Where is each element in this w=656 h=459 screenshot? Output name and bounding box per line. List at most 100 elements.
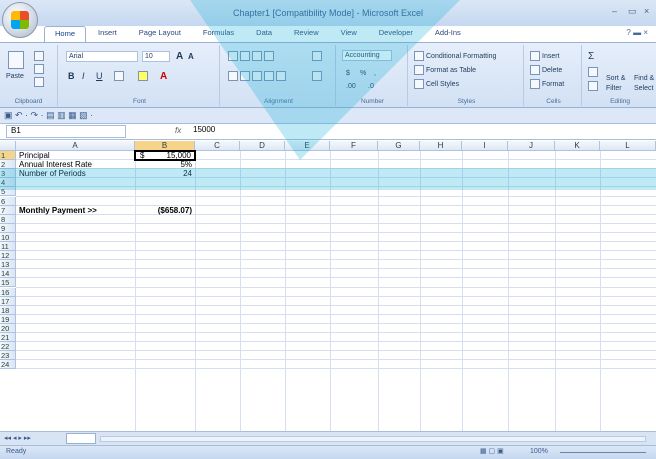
spreadsheet-grid[interactable]: ABCDEFGHIJKL 1 2 3 4 5 6 7 8 9 10 11 12 13 14 15 16 17 18… [0, 141, 656, 431]
cell-b3[interactable]: 24 [136, 169, 192, 178]
tab-page-layout[interactable]: Page Layout [129, 26, 191, 42]
column-header-f[interactable]: F [330, 141, 378, 151]
row-header-7[interactable]: 7 [0, 205, 16, 215]
percent-button[interactable]: % [360, 70, 366, 77]
font-color-button[interactable]: A [160, 71, 167, 82]
quick-access-toolbar[interactable]: ▣ ↶ · ↷ · ▤ ▥ ▦ ▧ · [0, 108, 656, 124]
shrink-font-button[interactable]: A [188, 52, 194, 61]
column-header-e[interactable]: E [285, 141, 330, 151]
decrease-decimal-button[interactable]: .0 [368, 83, 374, 90]
select-label[interactable]: Select [634, 85, 653, 92]
maximize-button[interactable]: ▭ [628, 6, 637, 17]
row-header-6[interactable]: 6 [0, 196, 16, 206]
sheet-tab[interactable] [66, 433, 96, 444]
tab-data[interactable]: Data [246, 26, 282, 42]
column-header-i[interactable]: I [462, 141, 508, 151]
close-button[interactable]: × [644, 6, 649, 16]
minimize-button[interactable]: – [612, 6, 617, 16]
tab-developer[interactable]: Developer [369, 26, 423, 42]
tab-home[interactable]: Home [44, 26, 87, 42]
row-header-18[interactable]: 18 [0, 305, 16, 315]
row-header-22[interactable]: 22 [0, 342, 16, 352]
row-header-2[interactable]: 2 [0, 160, 16, 170]
bold-button[interactable]: B [68, 71, 75, 81]
column-header-l[interactable]: L [600, 141, 656, 151]
select-all-corner[interactable] [0, 141, 16, 151]
row-header-4[interactable]: 4 [0, 178, 16, 188]
cut-icon[interactable] [34, 51, 46, 61]
tab-review[interactable]: Review [284, 26, 329, 42]
number-format-select[interactable]: Accounting [342, 50, 392, 61]
cell-a1[interactable]: Principal [19, 151, 50, 160]
format-cells-button[interactable]: Format [530, 79, 564, 89]
cell-a3[interactable]: Number of Periods [19, 169, 86, 178]
format-as-table-button[interactable]: Format as Table [414, 65, 476, 75]
row-header-24[interactable]: 24 [0, 360, 16, 370]
cell-a7[interactable]: Monthly Payment >> [19, 206, 97, 215]
wrap-text-icon[interactable] [312, 51, 324, 61]
sort-label[interactable]: Sort & [606, 75, 625, 82]
fill-color-icon[interactable] [138, 71, 150, 81]
tab-insert[interactable]: Insert [88, 26, 127, 42]
row-header-14[interactable]: 14 [0, 269, 16, 279]
format-painter-icon[interactable] [34, 77, 46, 87]
horizontal-scrollbar[interactable] [100, 436, 646, 442]
sheet-nav-icon[interactable]: ◂◂ ◂ ▸ ▸▸ [4, 434, 31, 442]
align-top-icon[interactable] [228, 51, 276, 61]
row-header-21[interactable]: 21 [0, 333, 16, 342]
paste-icon[interactable] [8, 51, 26, 69]
increase-decimal-button[interactable]: .00 [346, 83, 356, 90]
row-header-11[interactable]: 11 [0, 242, 16, 251]
column-header-a[interactable]: A [16, 141, 135, 151]
merge-center-icon[interactable] [312, 71, 324, 81]
cell-a2[interactable]: Annual Interest Rate [19, 160, 92, 169]
tab-view[interactable]: View [331, 26, 367, 42]
grow-font-button[interactable]: A [176, 51, 183, 62]
cell-b2[interactable]: 5% [136, 160, 192, 169]
tab-add-ins[interactable]: Add-Ins [425, 26, 471, 42]
zoom-slider[interactable] [560, 452, 646, 453]
row-header-10[interactable]: 10 [0, 232, 16, 242]
row-header-12[interactable]: 12 [0, 251, 16, 261]
underline-button[interactable]: U [96, 71, 103, 81]
row-header-9[interactable]: 9 [0, 223, 16, 233]
row-header-8[interactable]: 8 [0, 214, 16, 224]
office-button[interactable] [2, 2, 38, 38]
view-buttons-icon[interactable]: ▦ ▢ ▣ [480, 447, 504, 455]
row-header-15[interactable]: 15 [0, 278, 16, 288]
autosum-button[interactable]: Σ [588, 51, 594, 62]
font-size-select[interactable]: 10 [142, 51, 170, 62]
italic-button[interactable]: I [82, 71, 85, 81]
column-header-k[interactable]: K [555, 141, 600, 151]
conditional-formatting-button[interactable]: Conditional Formatting [414, 51, 496, 61]
cell-styles-button[interactable]: Cell Styles [414, 79, 459, 89]
column-header-g[interactable]: G [378, 141, 420, 151]
paste-button[interactable]: Paste [6, 73, 24, 80]
column-header-d[interactable]: D [240, 141, 285, 151]
row-header-1[interactable]: 1 [0, 151, 16, 160]
filter-label[interactable]: Filter [606, 85, 622, 92]
delete-cells-button[interactable]: Delete [530, 65, 562, 75]
tab-formulas[interactable]: Formulas [193, 26, 244, 42]
name-box[interactable]: B1 [6, 125, 126, 138]
fill-icon[interactable] [588, 67, 600, 77]
fx-icon[interactable]: fx [175, 126, 181, 135]
row-header-17[interactable]: 17 [0, 296, 16, 306]
row-header-20[interactable]: 20 [0, 323, 16, 333]
column-header-c[interactable]: C [195, 141, 240, 151]
find-label[interactable]: Find & [634, 75, 654, 82]
row-header-23[interactable]: 23 [0, 351, 16, 361]
row-header-3[interactable]: 3 [0, 169, 16, 179]
clear-icon[interactable] [588, 81, 600, 91]
help-icon[interactable]: ? ▬ × [626, 28, 648, 37]
currency-button[interactable]: $ [346, 70, 350, 77]
zoom-level[interactable]: 100% [530, 448, 548, 455]
align-left-icon[interactable] [228, 71, 288, 81]
column-header-j[interactable]: J [508, 141, 555, 151]
insert-cells-button[interactable]: Insert [530, 51, 560, 61]
comma-button[interactable]: , [374, 70, 376, 77]
font-name-select[interactable]: Arial [66, 51, 138, 62]
row-header-13[interactable]: 13 [0, 260, 16, 270]
borders-icon[interactable] [114, 71, 126, 81]
row-header-16[interactable]: 16 [0, 287, 16, 297]
